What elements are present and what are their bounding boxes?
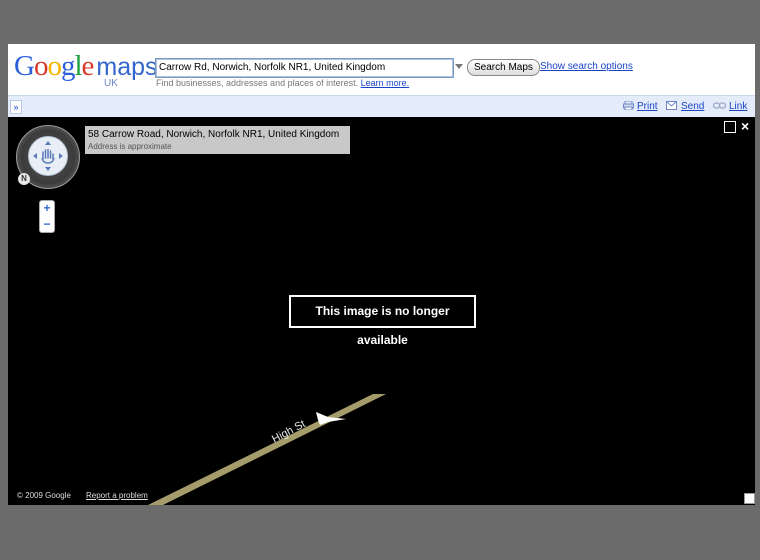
fullscreen-icon[interactable] xyxy=(724,121,736,133)
learn-more-link[interactable]: Learn more. xyxy=(361,78,410,88)
zoom-in-button[interactable]: + xyxy=(40,201,54,215)
search-hint: Find businesses, addresses and places of… xyxy=(156,78,409,88)
link-link[interactable]: Link xyxy=(729,101,747,112)
close-icon[interactable]: × xyxy=(741,117,749,135)
address-title: 58 Carrow Road, Norwich, Norfolk NR1, Un… xyxy=(88,129,340,140)
zoom-control: + − xyxy=(39,200,55,233)
street-view-panel[interactable]: High St N + − 58 Carrow Road, Norwich, N… xyxy=(8,117,755,505)
logo-region: UK xyxy=(104,78,118,89)
search-input[interactable]: Carrow Rd, Norwich, Norfolk NR1, United … xyxy=(155,58,454,78)
search-history-dropdown-icon[interactable] xyxy=(455,64,463,69)
google-maps-logo[interactable]: Google maps UK xyxy=(14,50,158,90)
zoom-out-button[interactable]: − xyxy=(40,217,54,231)
address-subtitle: Address is approximate xyxy=(88,142,172,151)
logo-maps-text: maps xyxy=(96,53,158,81)
envelope-icon[interactable] xyxy=(666,101,677,110)
north-indicator[interactable]: N xyxy=(18,173,30,185)
hand-pan-icon[interactable] xyxy=(29,137,67,175)
corner-resize-icon[interactable] xyxy=(744,493,755,504)
hint-text: Find businesses, addresses and places of… xyxy=(156,78,359,88)
print-icon[interactable] xyxy=(623,101,634,110)
print-link[interactable]: Print xyxy=(637,101,658,112)
address-overlay: 58 Carrow Road, Norwich, Norfolk NR1, Un… xyxy=(85,126,350,154)
maps-page: Google maps UK Carrow Rd, Norwich, Norfol… xyxy=(8,44,755,505)
map-toolbar: » Print Send Link xyxy=(8,95,755,117)
collapse-panel-button[interactable]: » xyxy=(10,100,22,114)
navigation-control[interactable]: N xyxy=(16,125,80,189)
chain-link-icon[interactable] xyxy=(713,101,726,110)
logo-google-text: Google xyxy=(14,50,94,82)
send-link[interactable]: Send xyxy=(681,101,704,112)
pan-control[interactable] xyxy=(28,136,68,176)
report-problem-link[interactable]: Report a problem xyxy=(86,491,148,500)
search-maps-button[interactable]: Search Maps xyxy=(467,59,540,76)
show-search-options-link[interactable]: Show search options xyxy=(540,61,633,72)
header: Google maps UK Carrow Rd, Norwich, Norfol… xyxy=(8,44,755,95)
image-unavailable-message: This image is no longer available xyxy=(289,295,476,347)
street-line[interactable] xyxy=(148,394,386,505)
copyright: © 2009 Google xyxy=(17,491,71,500)
